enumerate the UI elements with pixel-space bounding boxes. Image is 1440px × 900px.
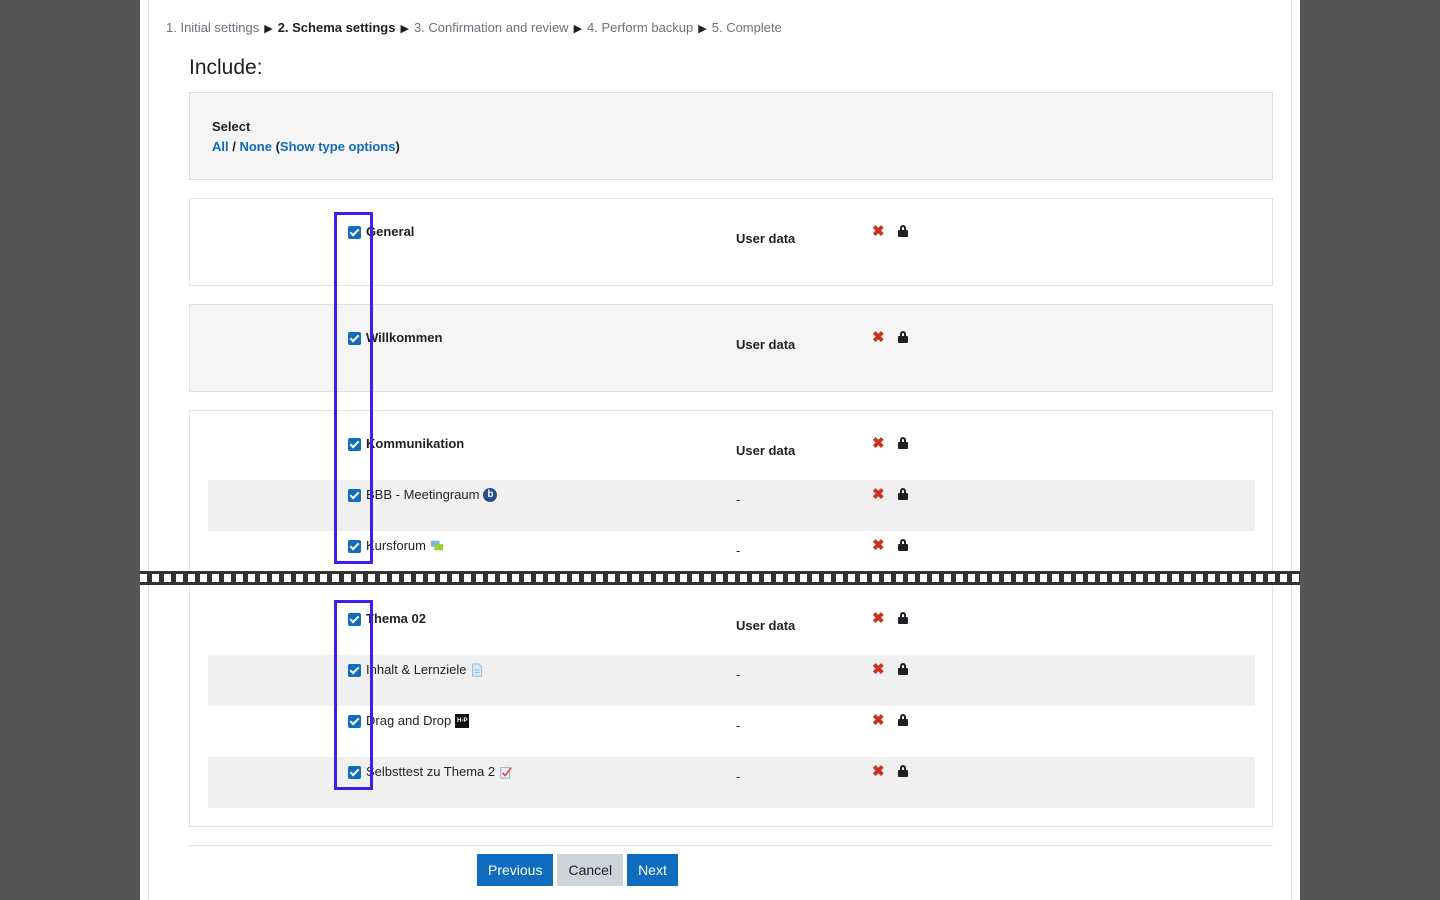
- step-confirmation: 3. Confirmation and review: [413, 20, 569, 35]
- select-none-link[interactable]: None: [239, 139, 272, 154]
- step-separator-icon: ▶: [573, 23, 583, 35]
- lock-icon: [898, 612, 908, 624]
- step-separator-icon: ▶: [264, 23, 273, 35]
- cross-icon: ✖: [872, 712, 885, 729]
- item-label-row: Selbsttest zu Thema 2: [366, 764, 513, 779]
- lock-icon: [898, 437, 908, 449]
- step-perform-backup: 4. Perform backup: [587, 20, 694, 35]
- item-label: BBB - Meetingraum: [366, 487, 480, 502]
- item-label-row: Kursforum: [366, 538, 444, 553]
- lock-icon: [898, 714, 908, 726]
- scroll-cut-divider: [140, 571, 1300, 585]
- slash-text: /: [228, 139, 240, 154]
- include-heading: Include:: [189, 56, 263, 79]
- cross-icon: ✖: [872, 486, 885, 503]
- checkbox-highlight-box: [334, 600, 373, 790]
- lock-icon: [898, 488, 908, 500]
- lock-icon: [898, 539, 908, 551]
- item-label-row: Drag and Drop H-P: [366, 713, 470, 728]
- bigbluebutton-icon: b: [483, 487, 498, 502]
- item-label: Kommunikation: [366, 436, 465, 451]
- checkbox-highlight-box: [334, 212, 373, 564]
- step-complete: 5. Complete: [711, 20, 782, 35]
- userdata-label: -: [736, 718, 741, 733]
- item-label: Willkommen: [366, 330, 443, 345]
- userdata-label: -: [736, 667, 741, 682]
- cancel-button[interactable]: Cancel: [557, 854, 624, 886]
- select-links: All / None (Show type options): [212, 139, 400, 154]
- form-divider: [189, 845, 1273, 846]
- step-initial-settings: 1. Initial settings: [166, 20, 260, 35]
- userdata-label: -: [736, 543, 741, 558]
- cross-icon: ✖: [872, 763, 885, 780]
- userdata-label: User data: [736, 337, 796, 352]
- item-label: Drag and Drop: [366, 713, 452, 728]
- next-button[interactable]: Next: [627, 854, 678, 886]
- item-label-row: Inhalt & Lernziele: [366, 662, 484, 677]
- userdata-label: User data: [736, 618, 796, 633]
- step-separator-icon: ▶: [400, 23, 409, 35]
- h5p-icon: H-P: [455, 713, 470, 728]
- select-all-link[interactable]: All: [212, 139, 229, 154]
- item-label: Inhalt & Lernziele: [366, 662, 467, 677]
- item-label: Selbsttest zu Thema 2: [366, 764, 496, 779]
- cross-icon: ✖: [872, 435, 885, 452]
- lock-icon: [898, 663, 908, 675]
- cross-icon: ✖: [872, 537, 885, 554]
- forum-icon: [430, 540, 444, 550]
- item-label: Kursforum: [366, 538, 426, 553]
- item-label-row: BBB - Meetingraum b: [366, 487, 498, 502]
- quiz-icon: [500, 766, 513, 779]
- backup-page: 1. Initial settings ▶ 2. Schema settings ▶ 3…: [140, 0, 1300, 900]
- item-label: General: [366, 224, 415, 239]
- userdata-label: User data: [736, 231, 796, 246]
- userdata-label: User data: [736, 443, 796, 458]
- close-paren: ): [395, 139, 400, 154]
- select-label: Select: [212, 119, 251, 134]
- select-panel: Select All / None (Show type options): [189, 92, 1273, 180]
- lock-icon: [898, 331, 908, 343]
- lock-icon: [898, 765, 908, 777]
- backup-stepper: 1. Initial settings ▶ 2. Schema settings ▶ 3…: [166, 20, 782, 35]
- form-buttons: Previous Cancel Next: [477, 854, 678, 886]
- previous-button[interactable]: Previous: [477, 854, 554, 886]
- cross-icon: ✖: [872, 610, 885, 627]
- open-paren: (: [271, 139, 280, 154]
- userdata-label: -: [736, 769, 741, 784]
- step-schema-settings: 2. Schema settings: [277, 20, 396, 35]
- userdata-label: -: [736, 492, 741, 507]
- cross-icon: ✖: [872, 661, 885, 678]
- step-separator-icon: ▶: [698, 23, 707, 35]
- item-label: Thema 02: [366, 611, 426, 626]
- cross-icon: ✖: [872, 329, 885, 346]
- lock-icon: [898, 225, 908, 237]
- show-type-options-link[interactable]: Show type options: [280, 139, 396, 154]
- cross-icon: ✖: [872, 223, 885, 240]
- page-icon: [472, 662, 483, 677]
